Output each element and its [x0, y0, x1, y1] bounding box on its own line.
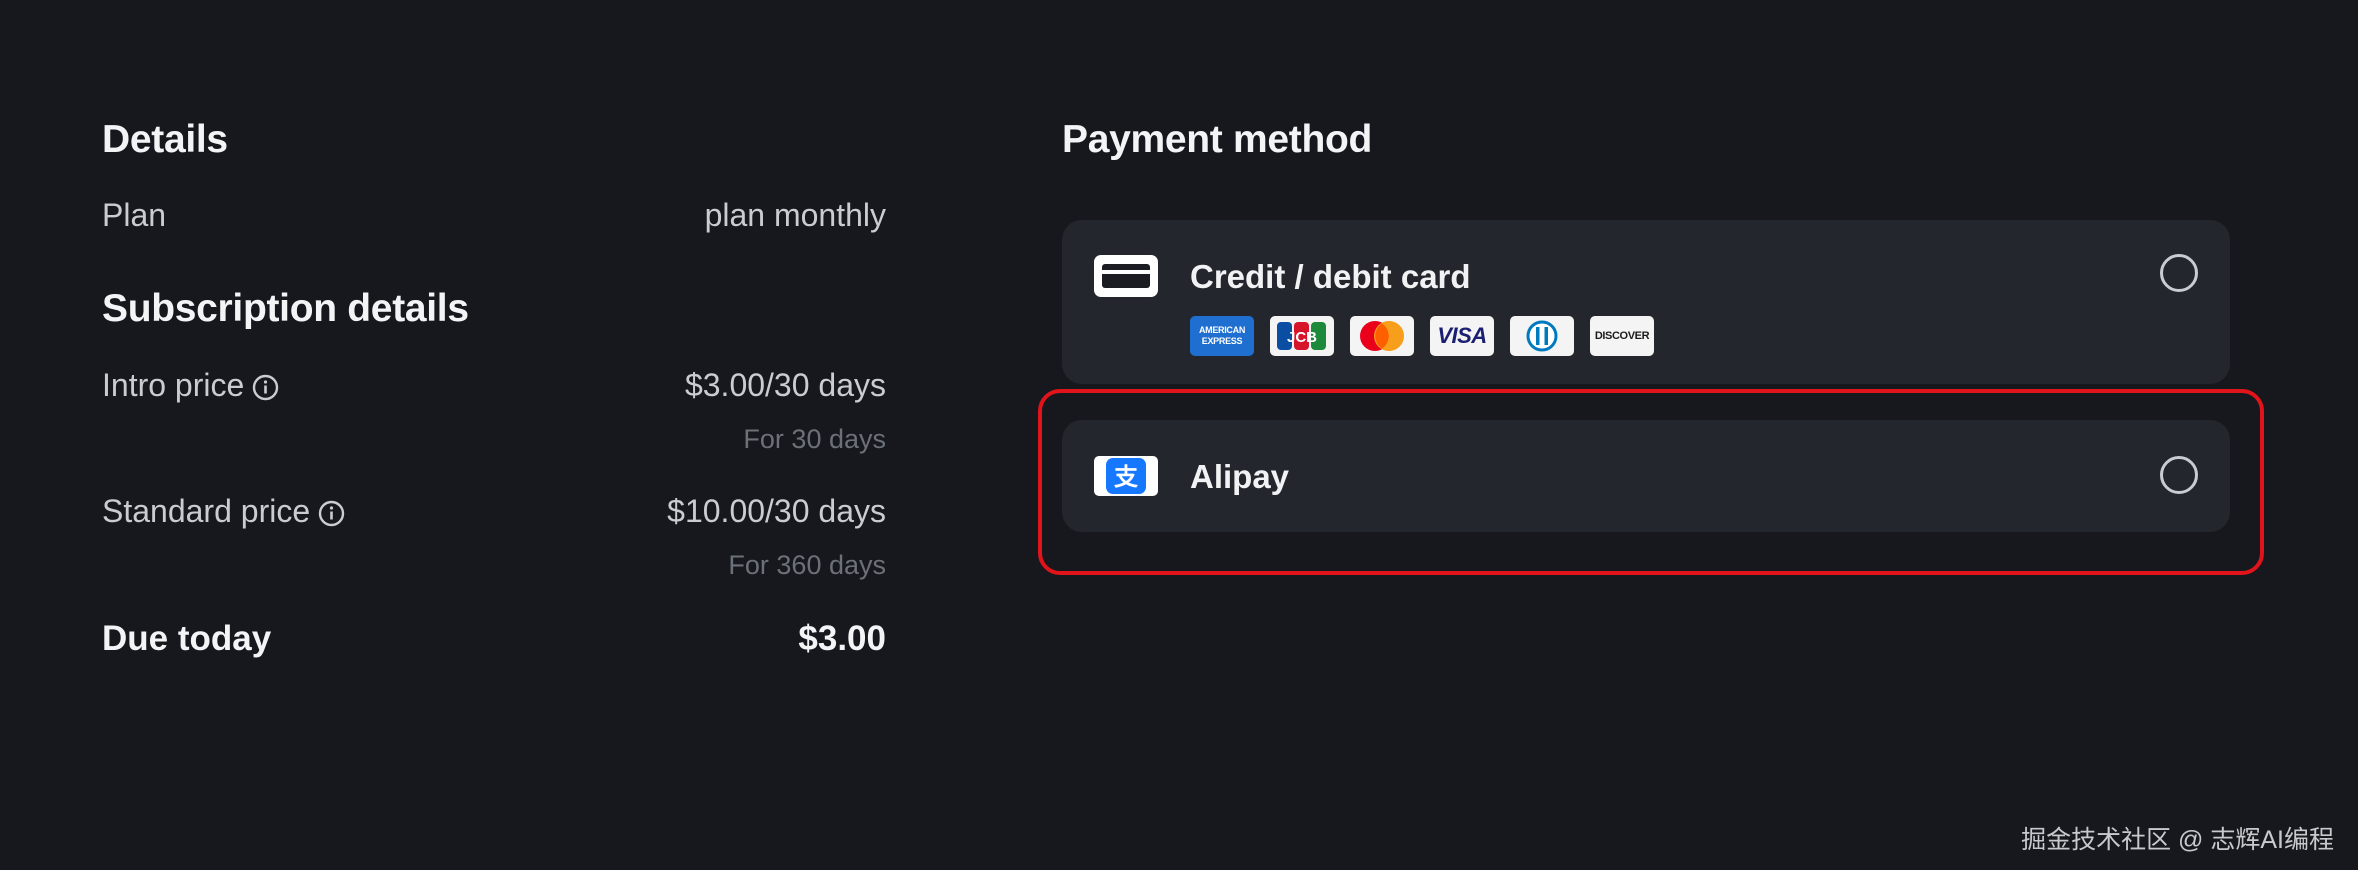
discover-logo-icon: DISCOVER [1590, 316, 1654, 356]
credit-card-icon [1094, 255, 1158, 302]
amex-logo-icon: AMERICAN EXPRESS [1190, 316, 1254, 356]
subscription-details-title: Subscription details [102, 287, 469, 330]
visa-logo-icon: VISA [1430, 316, 1494, 356]
amex-line2: EXPRESS [1201, 336, 1243, 346]
alipay-highlight-box [1038, 389, 2264, 575]
intro-price-note: For 30 days [743, 424, 886, 454]
intro-price-label: Intro price [102, 367, 245, 403]
due-today-label: Due today [102, 619, 272, 658]
info-icon[interactable] [252, 372, 279, 401]
credit-card-label: Credit / debit card [1190, 258, 1471, 295]
intro-price-value: $3.00/30 days [684, 367, 886, 403]
standard-price-note: For 360 days [728, 550, 886, 580]
due-today-value: $3.00 [798, 619, 886, 658]
plan-label: Plan [102, 197, 167, 233]
info-icon[interactable] [318, 498, 345, 527]
details-panel: Details Plan plan monthly Subscription d… [102, 118, 886, 659]
due-today-row: Due today $3.00 [102, 619, 886, 659]
standard-price-value: $10.00/30 days [667, 493, 886, 529]
payment-panel: Payment method [1062, 118, 2230, 162]
checkout-page: Details Plan plan monthly Subscription d… [0, 0, 2358, 870]
intro-price-row: Intro price $3.00/30 days [102, 367, 886, 404]
card-brands: AMERICAN EXPRESS JCB VISA DISCOVER [1190, 316, 1654, 356]
diners-club-logo-icon [1510, 316, 1574, 356]
visa-text: VISA [1437, 323, 1487, 348]
watermark: 掘金技术社区 @ 志辉AI编程 [2021, 826, 2334, 854]
standard-price-row: Standard price $10.00/30 days [102, 493, 886, 530]
payment-option-card[interactable]: Credit / debit card AMERICAN EXPRESS JCB [1062, 220, 2230, 384]
plan-row: Plan plan monthly [102, 197, 886, 234]
amex-line1: AMERICAN [1198, 325, 1246, 335]
mastercard-logo-icon [1350, 316, 1414, 356]
details-title: Details [102, 118, 228, 161]
payment-method-title: Payment method [1062, 118, 1373, 161]
standard-price-label: Standard price [102, 493, 311, 529]
discover-text: DISCOVER [1594, 330, 1650, 342]
jcb-logo-icon: JCB [1270, 316, 1334, 356]
credit-card-radio[interactable] [2160, 254, 2198, 292]
jcb-text: JCB [1287, 329, 1317, 346]
plan-value: plan monthly [704, 197, 886, 233]
